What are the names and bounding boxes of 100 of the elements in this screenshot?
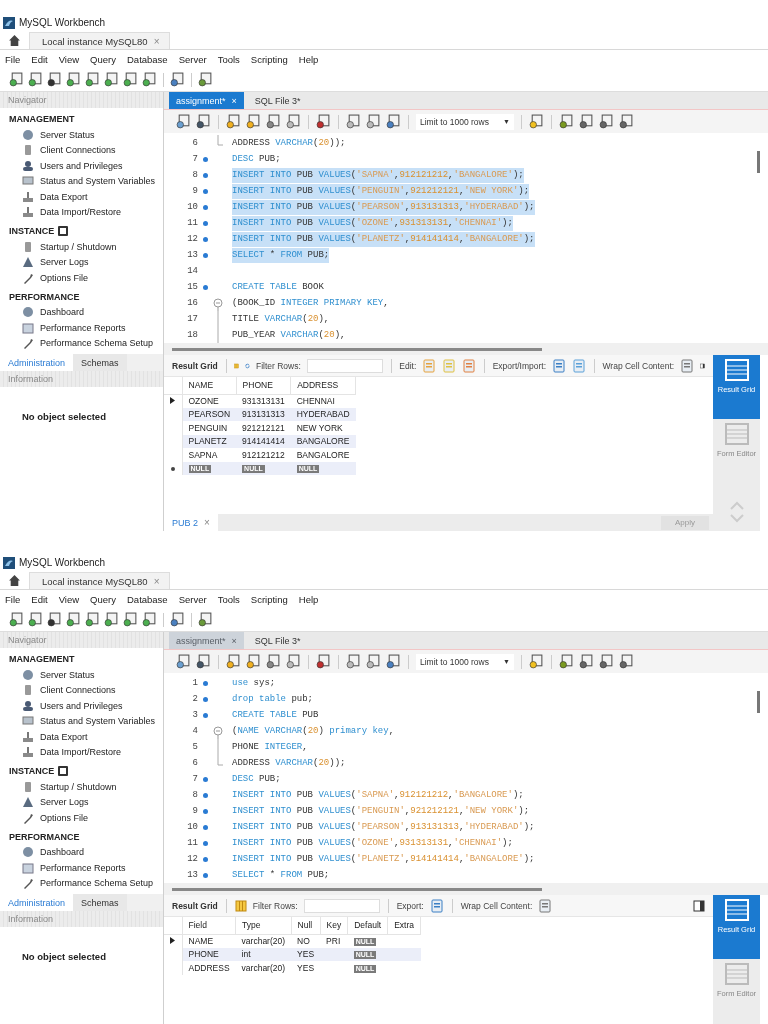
line-number: 14: [186, 266, 198, 276]
filter-field[interactable]: [306, 358, 383, 373]
scrollbar-thumb[interactable]: [172, 347, 542, 351]
editor-tab[interactable]: assignment* ×: [169, 92, 244, 109]
navigator-item[interactable]: Options File: [0, 810, 163, 826]
menu-item[interactable]: Query: [90, 593, 116, 605]
menu-item[interactable]: Server: [178, 593, 207, 605]
navigator-item[interactable]: Performance Reports: [0, 320, 163, 336]
menu-item[interactable]: File: [5, 593, 21, 605]
editor-tab[interactable]: SQL File 3*: [247, 632, 308, 649]
menu-item[interactable]: Database: [127, 593, 168, 605]
navigator-item[interactable]: Users and Privileges: [0, 158, 163, 174]
column-header[interactable]: Null: [291, 917, 321, 934]
result-tab[interactable]: PUB 2 ×: [164, 514, 218, 531]
menu-item[interactable]: Tools: [217, 53, 240, 65]
code-line: DESC PUB;: [232, 152, 281, 166]
navigator-item[interactable]: Status and System Variables: [0, 713, 163, 729]
code-line: (NAME VARCHAR(20) primary key,: [232, 724, 395, 738]
gauge-icon: [22, 128, 34, 141]
navigator-item[interactable]: Data Import/Restore: [0, 204, 163, 220]
home-icon[interactable]: [8, 574, 21, 587]
section-title: MANAGEMENT: [9, 114, 75, 124]
menu-item[interactable]: Scripting: [250, 593, 288, 605]
editor-tab[interactable]: assignment* ×: [169, 632, 244, 649]
section-title: MANAGEMENT: [9, 654, 75, 664]
navigator-item[interactable]: Dashboard: [0, 304, 163, 320]
line-number: 5: [191, 742, 198, 752]
column-header[interactable]: Key: [320, 917, 348, 934]
navigator-item[interactable]: Options File: [0, 270, 163, 286]
sidebar-tab[interactable]: Administration: [0, 354, 74, 371]
connection-tab[interactable]: Local instance MySQL80 ×: [29, 32, 171, 49]
menu-item[interactable]: View: [58, 593, 80, 605]
column-header[interactable]: Default: [347, 917, 388, 934]
fold-icon[interactable]: [212, 723, 224, 739]
menu-item[interactable]: Scripting: [250, 53, 288, 65]
column-header[interactable]: NAME: [182, 377, 237, 394]
scrollbar-thumb[interactable]: [172, 887, 542, 891]
code-line: use sys;: [232, 676, 276, 690]
info-message: No object selected: [22, 411, 106, 422]
menu-item[interactable]: Edit: [31, 593, 48, 605]
menu-item[interactable]: Help: [298, 53, 319, 65]
sidebar-tab[interactable]: Schemas: [73, 894, 127, 911]
navigator-item[interactable]: Performance Schema Setup: [0, 335, 163, 351]
navigator-item[interactable]: Server Logs: [0, 794, 163, 810]
scrollbar-thumb[interactable]: [757, 691, 760, 713]
filter-label: Filter Rows:: [252, 900, 298, 911]
sidebar-tab[interactable]: Administration: [0, 894, 74, 911]
sidebar-tab[interactable]: Schemas: [73, 354, 127, 371]
menu-item[interactable]: File: [5, 53, 21, 65]
menu-item[interactable]: Server: [178, 53, 207, 65]
code-line: CREATE TABLE PUB: [232, 708, 319, 722]
menu-item[interactable]: Tools: [217, 593, 240, 605]
monitor-icon: [22, 175, 34, 188]
navigator-item[interactable]: Data Import/Restore: [0, 744, 163, 760]
code-line: INSERT INTO PUB VALUES('PEARSON',913131313,'HYDERABAD');: [232, 820, 535, 834]
column-header[interactable]: Extra: [387, 917, 421, 934]
navigator-item[interactable]: Client Connections: [0, 682, 163, 698]
editor-tab[interactable]: SQL File 3*: [247, 92, 308, 109]
navigator-item[interactable]: Users and Privileges: [0, 698, 163, 714]
home-icon[interactable]: [8, 34, 21, 47]
navigator-item[interactable]: Server Logs: [0, 254, 163, 270]
menu-item[interactable]: Query: [90, 53, 116, 65]
table-cell: ADDRESS: [188, 962, 230, 973]
fold-icon[interactable]: [212, 295, 224, 311]
column-header[interactable]: Type: [235, 917, 292, 934]
code-line: INSERT INTO PUB VALUES('SAPNA',912121212,'BANGALORE');: [232, 788, 524, 802]
navigator-item[interactable]: Data Export: [0, 189, 163, 205]
gauge-icon: [22, 306, 34, 319]
columns-icon[interactable]: [234, 899, 247, 912]
connection-tab[interactable]: Local instance MySQL80 ×: [29, 572, 171, 589]
panel-toggle-icon[interactable]: [693, 899, 705, 912]
navigator-item[interactable]: Server Status: [0, 127, 163, 143]
table-cell: 914141414: [242, 436, 285, 447]
menu-item[interactable]: Database: [127, 53, 168, 65]
menu-item[interactable]: Help: [298, 593, 319, 605]
column-header[interactable]: ADDRESS: [290, 377, 356, 394]
filter-field[interactable]: [303, 898, 380, 913]
column-header[interactable]: PHONE: [236, 377, 291, 394]
grid-tool-icon: [462, 358, 477, 373]
navigator-item[interactable]: Startup / Shutdown: [0, 239, 163, 255]
table-cell: 931313131: [242, 396, 285, 406]
result-grid-tab[interactable]: Result Grid: [172, 900, 218, 911]
grid-tool-icon: [552, 358, 567, 373]
menu-item[interactable]: View: [58, 53, 80, 65]
navigator-item[interactable]: Server Status: [0, 667, 163, 683]
table-cell: OZONE: [188, 396, 219, 406]
navigator-item[interactable]: Data Export: [0, 729, 163, 745]
navigator-item[interactable]: Client Connections: [0, 142, 163, 158]
navigator-item[interactable]: Dashboard: [0, 844, 163, 860]
column-header[interactable]: Field: [182, 917, 236, 934]
navigator-item[interactable]: Status and System Variables: [0, 173, 163, 189]
navigator-item[interactable]: Startup / Shutdown: [0, 779, 163, 795]
table-cell: BANGALORE: [296, 449, 350, 460]
table-cell: 913131313: [242, 409, 285, 420]
navigator-item[interactable]: Performance Schema Setup: [0, 875, 163, 891]
section-title: PERFORMANCE: [9, 291, 80, 302]
menu-item[interactable]: Edit: [31, 53, 48, 65]
result-grid-tab[interactable]: Result Grid: [172, 360, 218, 371]
scrollbar-thumb[interactable]: [757, 151, 760, 173]
navigator-item[interactable]: Performance Reports: [0, 860, 163, 876]
